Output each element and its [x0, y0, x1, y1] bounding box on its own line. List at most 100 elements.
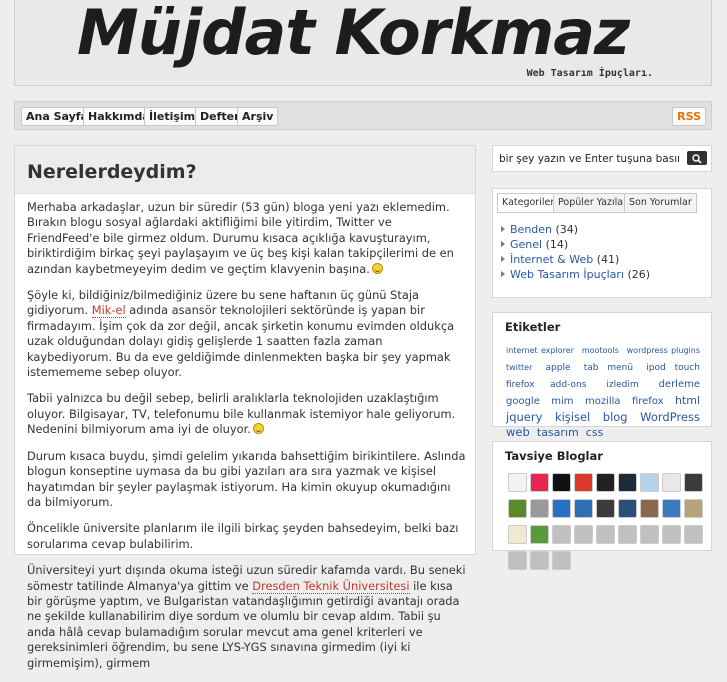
- blog-favicon-icon[interactable]: [530, 551, 549, 570]
- post-title[interactable]: Nerelerdeydim?: [27, 161, 197, 183]
- list-item: Web Tasarım İpuçları (26): [501, 267, 650, 282]
- paragraph-text: Merhaba arkadaşlar, uzun bir süredir (53…: [27, 200, 454, 276]
- blog-favicon-icon[interactable]: [618, 525, 637, 544]
- tag-link[interactable]: html: [675, 394, 700, 407]
- blog-favicon-icon[interactable]: [530, 525, 549, 544]
- post-paragraph: Tabii yalnızca bu değil sebep, belirli a…: [27, 391, 467, 437]
- tag-link[interactable]: web: [506, 425, 530, 439]
- tag-link[interactable]: ipod touch: [646, 363, 700, 373]
- site-tagline: Web Tasarım İpuçları.: [526, 68, 653, 79]
- post-paragraph: Durum kısaca buydu, şimdi gelelim yıkarı…: [27, 448, 466, 509]
- tab-recent-comments[interactable]: Son Yorumlar: [624, 193, 697, 213]
- blog-favicon-icon[interactable]: [662, 525, 681, 544]
- blog-favicon-icon[interactable]: [508, 551, 527, 570]
- blog-favicon-icon[interactable]: [640, 499, 659, 518]
- tag-link[interactable]: mootools: [582, 346, 619, 355]
- tag-link[interactable]: css: [586, 426, 604, 439]
- blog-favicon-icon[interactable]: [640, 525, 659, 544]
- tag-link[interactable]: firefox: [632, 396, 664, 407]
- blog-favicon-icon[interactable]: [596, 473, 615, 492]
- smiley-icon: [252, 423, 264, 435]
- bullet-icon: [501, 226, 505, 232]
- tag-link[interactable]: wordpress plugins: [627, 346, 700, 355]
- post-paragraph: Şöyle ki, bildiğiniz/bilmediğiniz üzere …: [27, 288, 467, 380]
- blog-favicon-icon[interactable]: [640, 473, 659, 492]
- search-input[interactable]: [499, 151, 679, 167]
- rss-button[interactable]: RSS: [672, 107, 706, 126]
- paragraph-text: Tabii yalnızca bu değil sebep, belirli a…: [27, 391, 456, 437]
- blog-favicon-icon[interactable]: [552, 525, 571, 544]
- tag-link[interactable]: blog: [603, 410, 628, 424]
- nav-bar: Ana Sayfa Hakkımda İletişim Defter Arşiv…: [14, 101, 712, 130]
- tab-categories[interactable]: Kategoriler: [497, 193, 560, 213]
- post-article: Nerelerdeydim? Merhaba arkadaşlar, uzun …: [14, 145, 476, 670]
- recommended-blogs-widget: Tavsiye Bloglar: [492, 441, 712, 570]
- tag-link[interactable]: kişisel: [555, 410, 590, 424]
- bullet-icon: [501, 241, 505, 247]
- tag-link[interactable]: WordPress: [640, 410, 700, 424]
- post-paragraph: Üniversiteyi yurt dışında okuma isteği u…: [27, 563, 467, 671]
- post-paragraph: Öncelikle üniversite planlarım ile ilgil…: [27, 521, 459, 551]
- list-item: Benden (34): [501, 222, 650, 237]
- blog-favicon-icon[interactable]: [684, 525, 703, 544]
- blog-favicon-icon[interactable]: [552, 473, 571, 492]
- tag-link[interactable]: twitter: [506, 363, 532, 372]
- tag-link[interactable]: internet explorer: [506, 346, 574, 355]
- blog-favicon-icon[interactable]: [618, 499, 637, 518]
- tabs-widget: Kategoriler Popüler Yazılar Son Yorumlar…: [492, 188, 712, 298]
- blog-favicon-icon[interactable]: [684, 473, 703, 492]
- blog-favicon-icon[interactable]: [596, 499, 615, 518]
- category-link[interactable]: Benden: [510, 223, 552, 236]
- list-item: İnternet & Web (41): [501, 252, 650, 267]
- search-box: [492, 145, 712, 172]
- blog-favicon-icon[interactable]: [574, 473, 593, 492]
- tag-link[interactable]: firefox add-ons: [506, 380, 586, 390]
- blog-favicon-icon[interactable]: [530, 473, 549, 492]
- blog-favicon-icon[interactable]: [618, 473, 637, 492]
- tag-link[interactable]: apple: [546, 363, 571, 373]
- blog-favicon-icon[interactable]: [684, 499, 703, 518]
- tag-link[interactable]: izledim: [606, 380, 638, 390]
- category-link[interactable]: İnternet & Web: [510, 253, 593, 266]
- tag-link[interactable]: tasarım: [537, 426, 579, 439]
- tag-link[interactable]: mim: [551, 396, 573, 407]
- list-item: Genel (14): [501, 237, 650, 252]
- category-link[interactable]: Genel: [510, 238, 542, 251]
- tag-link[interactable]: jquery: [506, 410, 542, 424]
- blog-favicon-icon[interactable]: [552, 551, 571, 570]
- tag-link[interactable]: google: [506, 396, 540, 407]
- category-count: (41): [596, 253, 620, 266]
- blog-favicon-icon[interactable]: [508, 525, 527, 544]
- tag-link[interactable]: derleme: [659, 379, 700, 390]
- dresden-university-link[interactable]: Dresden Teknik Üniversitesi: [252, 578, 410, 594]
- category-count: (26): [627, 268, 651, 281]
- nav-item-contact[interactable]: İletişim: [144, 107, 201, 126]
- blog-icon-grid: [508, 473, 708, 577]
- blog-favicon-icon[interactable]: [508, 499, 527, 518]
- mik-el-link[interactable]: Mik-el: [91, 303, 126, 319]
- category-count: (34): [555, 223, 579, 236]
- post-paragraph: Merhaba arkadaşlar, uzun bir süredir (53…: [27, 200, 467, 277]
- tag-link[interactable]: mozilla: [585, 396, 621, 407]
- post-title-bar: Nerelerdeydim?: [15, 146, 475, 194]
- bullet-icon: [501, 256, 505, 262]
- blog-favicon-icon[interactable]: [662, 499, 681, 518]
- tab-popular-posts[interactable]: Popüler Yazılar: [553, 193, 632, 213]
- blog-favicon-icon[interactable]: [574, 499, 593, 518]
- site-title[interactable]: Müjdat Korkmaz: [77, 0, 630, 69]
- post-body: Merhaba arkadaşlar, uzun bir süredir (53…: [27, 200, 467, 682]
- blog-favicon-icon[interactable]: [508, 473, 527, 492]
- blog-favicon-icon[interactable]: [530, 499, 549, 518]
- tag-cloud: internet explorer mootools wordpress plu…: [506, 341, 702, 440]
- nav-item-archive[interactable]: Arşiv: [237, 107, 279, 126]
- bullet-icon: [501, 271, 505, 277]
- blog-favicon-icon[interactable]: [552, 499, 571, 518]
- search-button[interactable]: [687, 151, 707, 165]
- category-list: Benden (34) Genel (14) İnternet & Web (4…: [501, 222, 650, 282]
- blog-favicon-icon[interactable]: [596, 525, 615, 544]
- recommended-blogs-title: Tavsiye Bloglar: [505, 449, 603, 463]
- blog-favicon-icon[interactable]: [662, 473, 681, 492]
- category-link[interactable]: Web Tasarım İpuçları: [510, 268, 624, 281]
- blog-favicon-icon[interactable]: [574, 525, 593, 544]
- tag-link[interactable]: tab menü: [584, 363, 633, 373]
